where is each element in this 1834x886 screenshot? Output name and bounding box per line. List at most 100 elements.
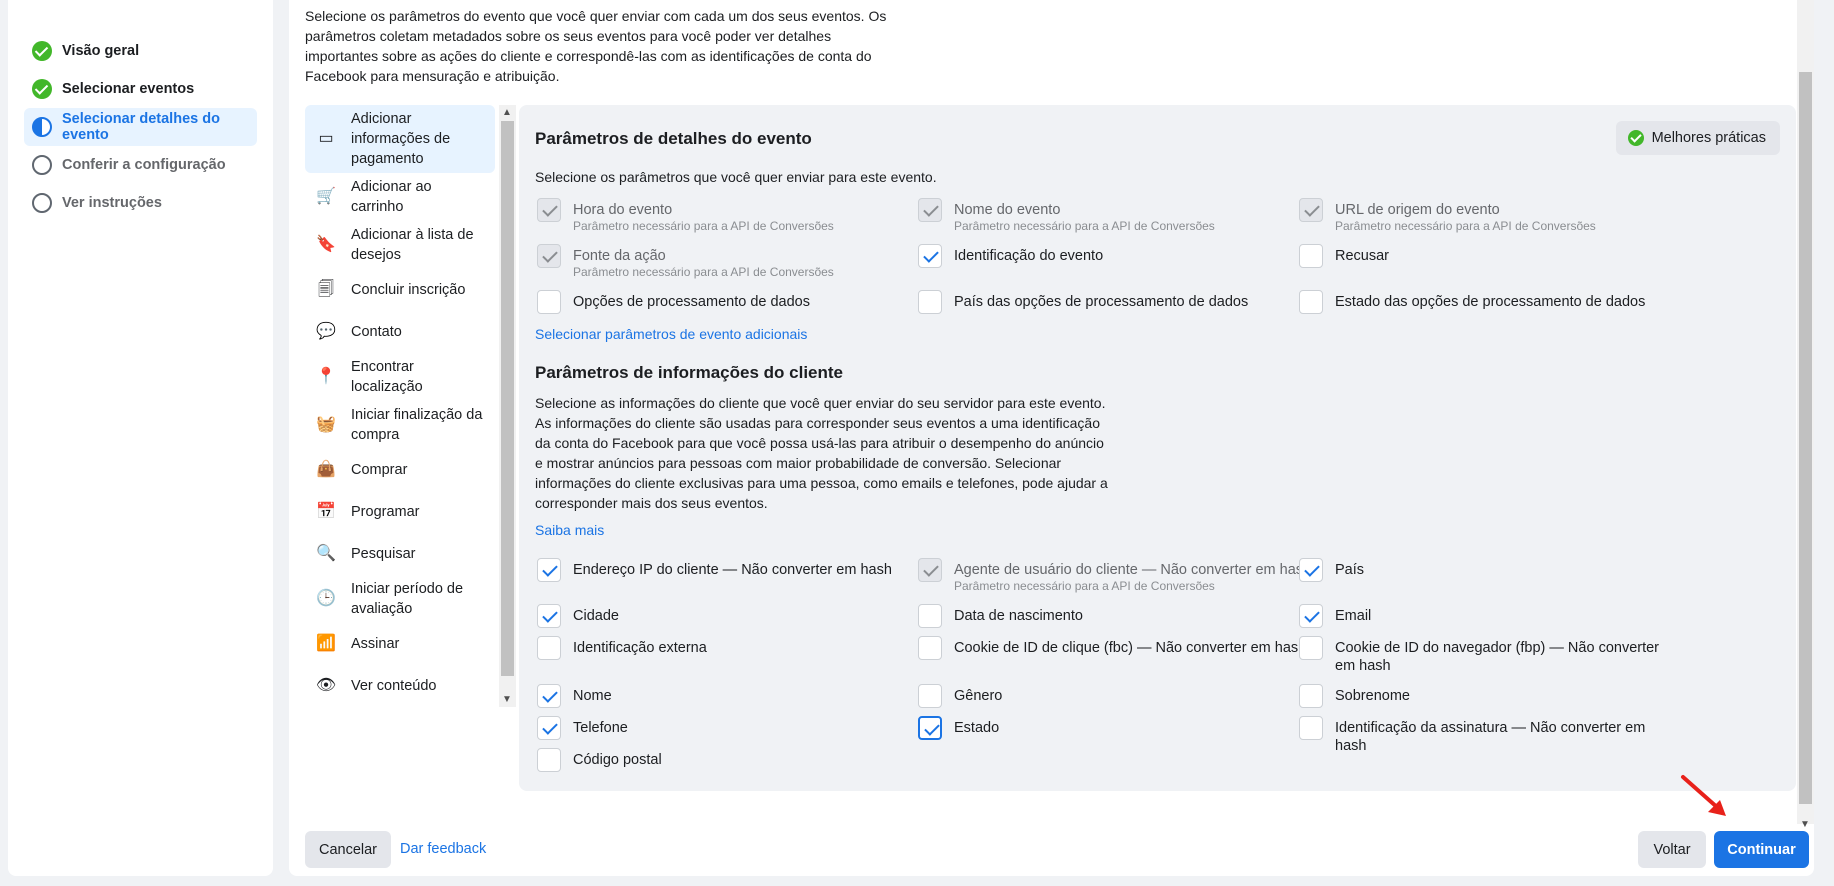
event-item-label: Ver conteúdo — [351, 678, 437, 694]
checkbox[interactable] — [537, 636, 561, 660]
continue-button[interactable]: Continuar — [1714, 831, 1809, 868]
scroll-down-icon[interactable]: ▼ — [502, 694, 512, 705]
step-4[interactable]: Conferir a configuração — [24, 146, 257, 184]
checkbox-label: Email — [1335, 608, 1372, 624]
checkbox[interactable] — [1299, 716, 1323, 740]
checkbox[interactable] — [918, 636, 942, 660]
event-item[interactable]: 🕒 Iniciar período de avaliação — [305, 575, 495, 623]
event-param-option: Nome do evento Parâmetro necessário para … — [918, 198, 1215, 233]
checkbox-label: Nome do evento — [954, 202, 1061, 218]
learn-more-link[interactable]: Saiba mais — [535, 522, 604, 538]
step-label: Selecionar eventos — [62, 81, 195, 97]
checkbox[interactable] — [537, 716, 561, 740]
check-circle-icon — [1627, 130, 1644, 146]
checkbox[interactable] — [537, 748, 561, 772]
event-item-label: Adicionar ao carrinho — [351, 179, 432, 215]
checkbox[interactable] — [918, 604, 942, 628]
event-list-scrollbar[interactable]: ▲ ▼ — [499, 105, 516, 707]
event-item-label: Concluir inscrição — [351, 282, 466, 298]
eye-icon: 👁 — [315, 677, 337, 694]
event-item-label: Comprar — [351, 462, 408, 478]
check-circle-icon — [32, 41, 52, 61]
checkbox-label: Telefone — [573, 720, 628, 736]
checkbox-label: Cookie de ID de clique (fbc) — Não conve… — [954, 640, 1307, 656]
back-button[interactable]: Voltar — [1638, 831, 1706, 868]
event-item-label: Iniciar finalização da compra — [351, 407, 483, 443]
event-item[interactable]: 🔖 Adicionar à lista de desejos — [305, 221, 495, 269]
checkbox[interactable] — [537, 290, 561, 314]
checkbox[interactable] — [1299, 684, 1323, 708]
event-item[interactable]: 👜 Comprar — [305, 449, 495, 491]
checkbox[interactable] — [1299, 244, 1323, 268]
best-practices-button[interactable]: Melhores práticas — [1615, 121, 1780, 155]
checkbox[interactable] — [918, 716, 942, 740]
scroll-up-icon[interactable]: ▲ — [502, 107, 512, 118]
checkbox[interactable] — [1299, 558, 1323, 582]
event-item[interactable]: 📶 Assinar — [305, 623, 495, 665]
checkbox-label: Nome — [573, 688, 612, 704]
step-2[interactable]: Selecionar eventos — [24, 70, 257, 108]
customer-params-subtitle: Selecione as informações do cliente que … — [535, 395, 1108, 511]
checkbox-label: Código postal — [573, 752, 662, 768]
customer-param-option: Data de nascimento — [918, 604, 1083, 628]
step-1[interactable]: Visão geral — [24, 32, 257, 70]
event-item[interactable]: 🔍 Pesquisar — [305, 533, 495, 575]
checkbox[interactable] — [537, 604, 561, 628]
feedback-link[interactable]: Dar feedback — [400, 841, 486, 857]
checkbox — [918, 198, 942, 222]
checkbox-label: País das opções de processamento de dado… — [954, 294, 1249, 310]
page-scrollbar[interactable]: ▼ — [1797, 0, 1814, 830]
checkbox-hint: Parâmetro necessário para a API de Conve… — [573, 265, 834, 279]
event-item[interactable]: 💬 Contato — [305, 311, 495, 353]
checkbox[interactable] — [918, 290, 942, 314]
event-param-option: Hora do evento Parâmetro necessário para … — [537, 198, 834, 233]
customer-param-option: Agente de usuário do cliente — Não conve… — [918, 558, 1311, 593]
annotation-arrow-icon — [1681, 775, 1726, 816]
checkbox[interactable] — [537, 684, 561, 708]
shopping-bag-icon: 👜 — [316, 461, 336, 478]
customer-param-option: Cookie de ID do navegador (fbp) — Não co… — [1299, 636, 1675, 675]
event-item[interactable]: 👁 Ver conteúdo — [305, 665, 495, 707]
checkbox — [1299, 198, 1323, 222]
customer-param-option: Identificação da assinatura — Não conver… — [1299, 716, 1675, 755]
step-3[interactable]: Selecionar detalhes do evento — [24, 108, 257, 146]
event-list: ▭ Adicionar informações de pagamento 🛒 Adic… — [305, 105, 495, 707]
checkbox-label: Cookie de ID do navegador (fbp) — Não co… — [1335, 640, 1660, 674]
event-item-label: Contato — [351, 324, 402, 340]
main-panel: Selecione os parâmetros do evento que vo… — [289, 0, 1814, 876]
checkbox[interactable] — [537, 558, 561, 582]
cancel-button[interactable]: Cancelar — [305, 831, 391, 868]
checkbox-label: Endereço IP do cliente — Não converter e… — [573, 562, 892, 578]
event-item[interactable]: 📅 Programar — [305, 491, 495, 533]
checkbox[interactable] — [918, 684, 942, 708]
checkbox-label: Hora do evento — [573, 202, 673, 218]
customer-param-option: Identificação externa — [537, 636, 707, 660]
page-scroll-thumb[interactable] — [1799, 72, 1812, 804]
step-label: Selecionar detalhes do evento — [62, 111, 220, 143]
event-item-label: Assinar — [351, 636, 400, 652]
event-param-option: Recusar — [1299, 244, 1389, 268]
event-list-scroll-thumb[interactable] — [501, 121, 514, 676]
step-5[interactable]: Ver instruções — [24, 184, 257, 222]
event-item-label: Encontrar localização — [351, 359, 423, 395]
checkbox — [537, 198, 561, 222]
checkbox[interactable] — [1299, 636, 1323, 660]
step-label: Ver instruções — [62, 195, 162, 211]
event-item[interactable]: ▭ Adicionar informações de pagamento — [305, 105, 495, 173]
checkbox[interactable] — [1299, 290, 1323, 314]
more-event-params-link[interactable]: Selecionar parâmetros de evento adiciona… — [535, 326, 807, 342]
basket-icon: 🧺 — [316, 416, 336, 433]
checkbox[interactable] — [918, 244, 942, 268]
checkbox-label: Agente de usuário do cliente — Não conve… — [954, 562, 1312, 578]
intro-text: Selecione os parâmetros do evento que vo… — [305, 8, 887, 84]
event-item-label: Pesquisar — [351, 546, 416, 562]
event-item[interactable]: 🗐 Concluir inscrição — [305, 269, 495, 311]
checkbox[interactable] — [1299, 604, 1323, 628]
event-item[interactable]: 🧺 Iniciar finalização da compra — [305, 401, 495, 449]
checkbox-hint: Parâmetro necessário para a API de Conve… — [1335, 219, 1596, 233]
page-scroll-down-icon[interactable]: ▼ — [1800, 819, 1810, 830]
event-item[interactable]: 🛒 Adicionar ao carrinho — [305, 173, 495, 221]
event-item[interactable]: 📍 Encontrar localização — [305, 353, 495, 401]
checkbox-hint: Parâmetro necessário para a API de Conve… — [954, 219, 1215, 233]
event-item-label: Programar — [351, 504, 420, 520]
